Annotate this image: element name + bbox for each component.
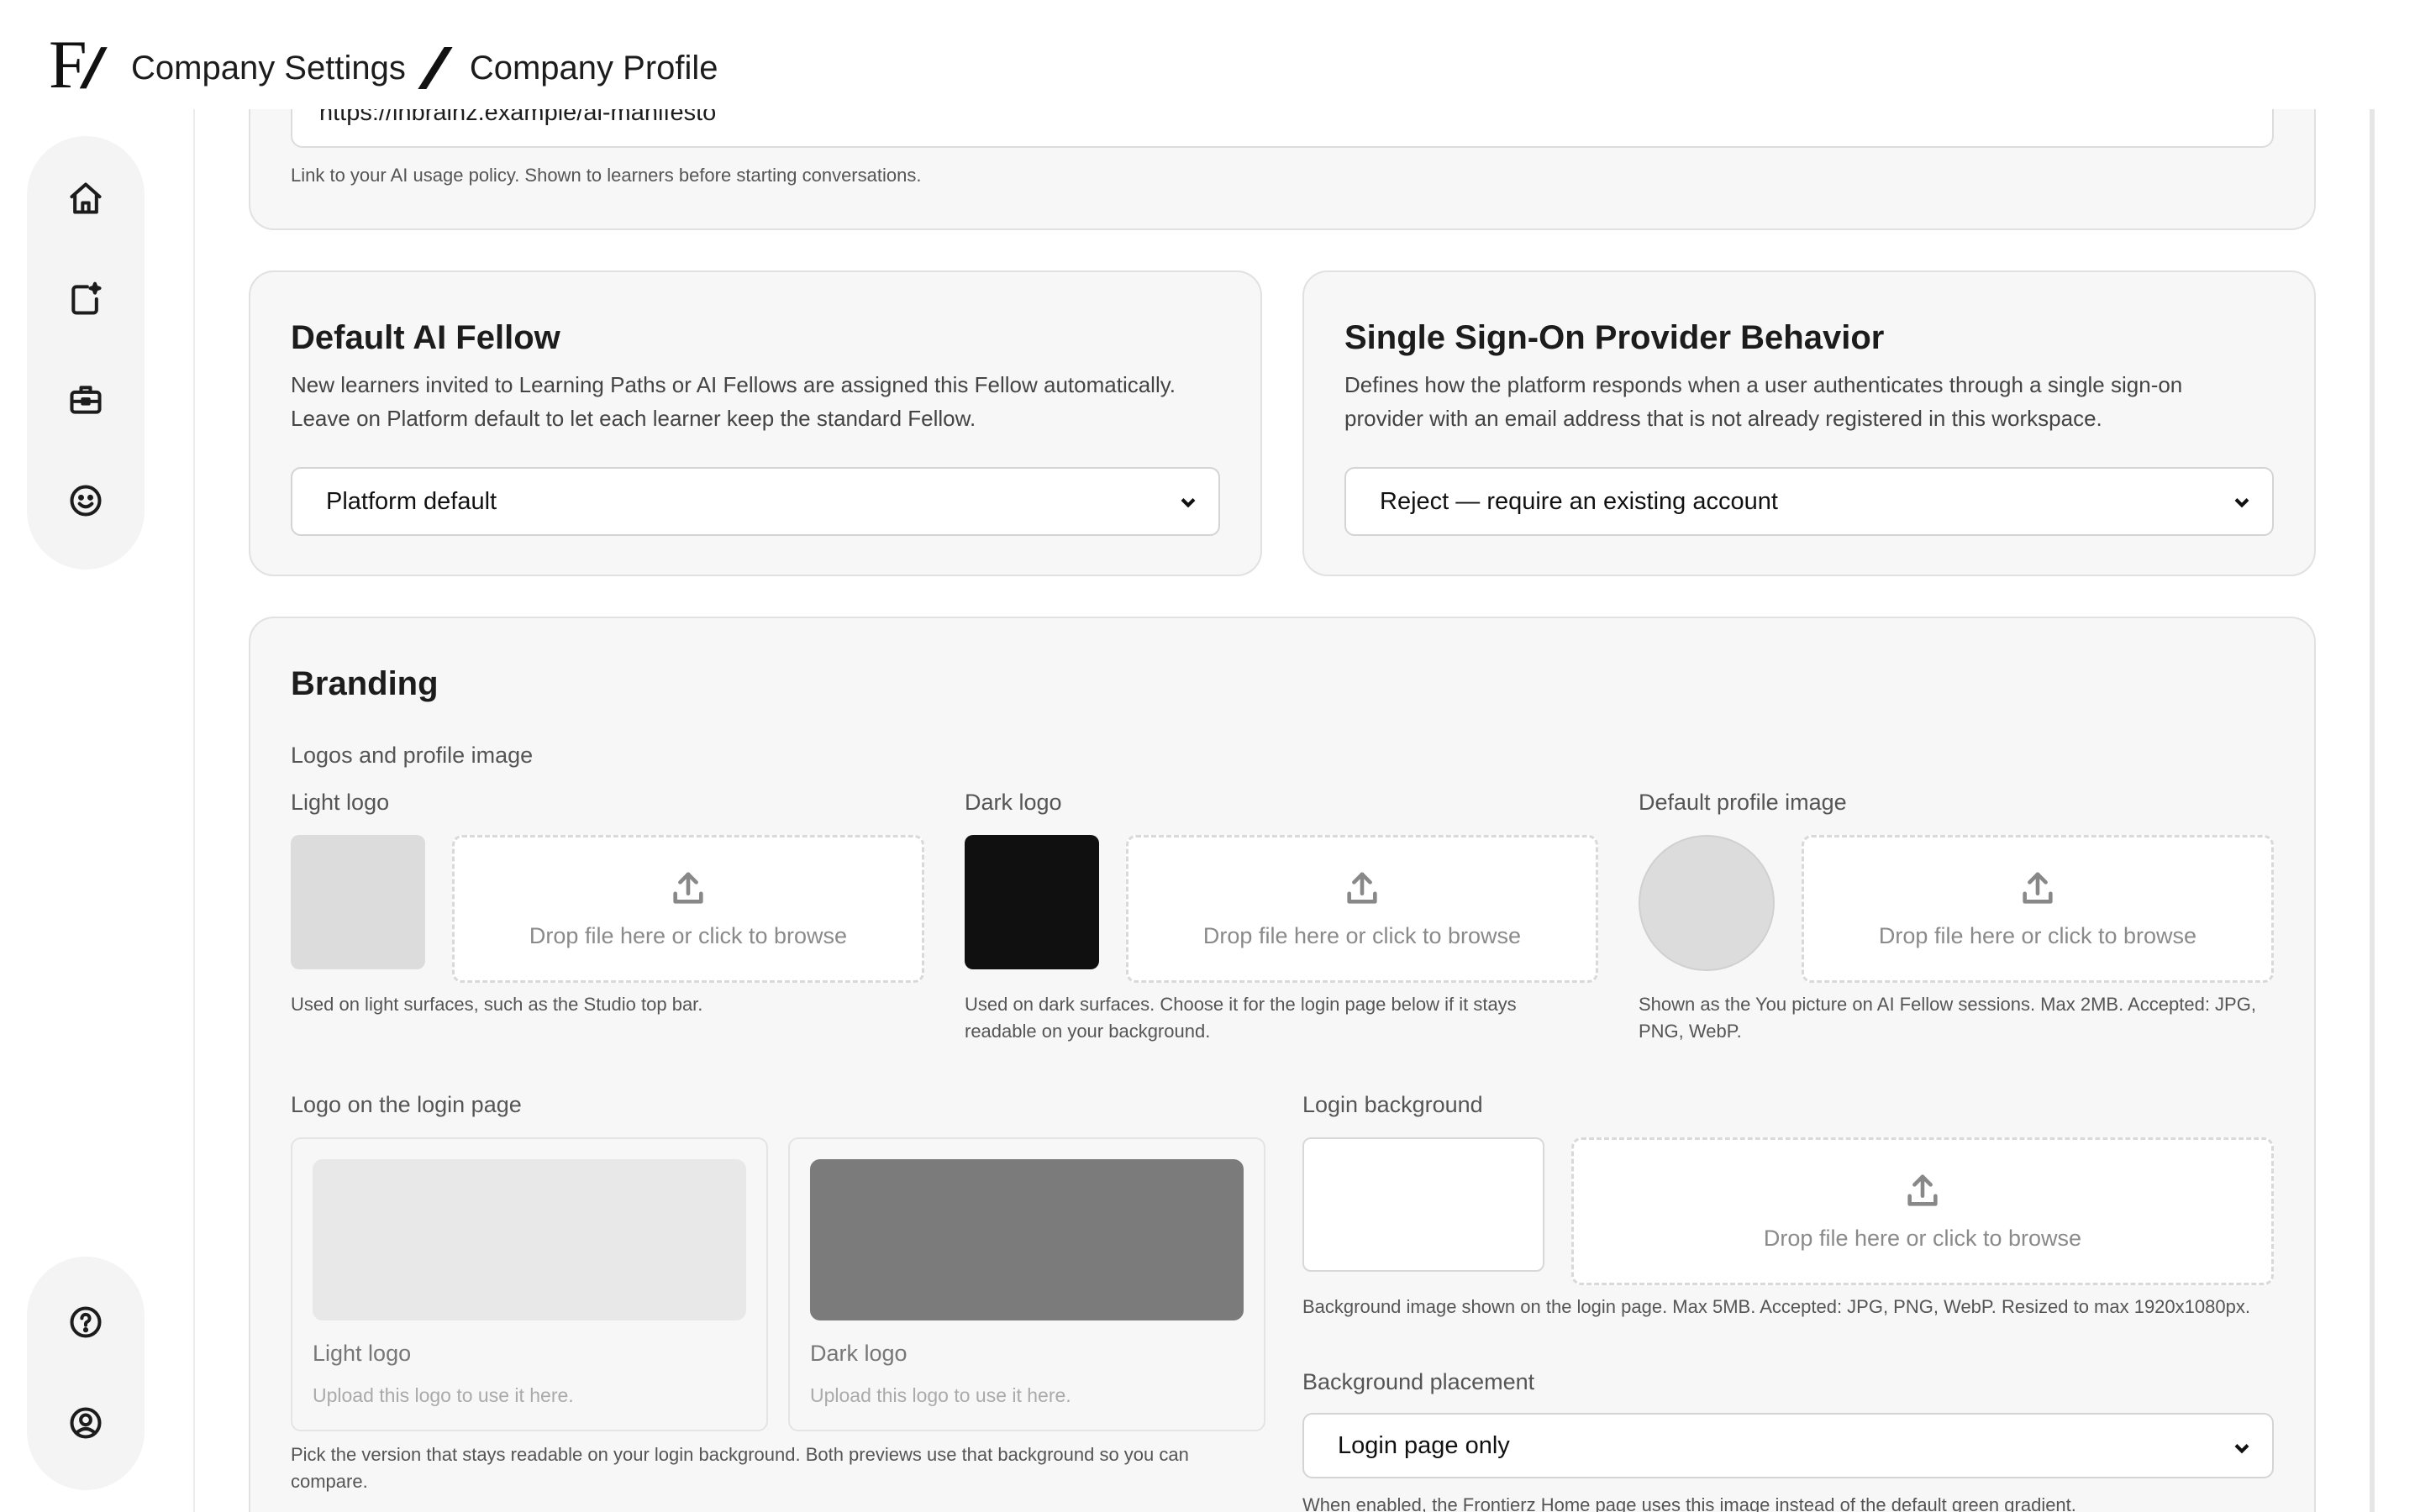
login-logo-option-light[interactable]: Light logo Upload this logo to use it he… [291,1137,768,1431]
sso-title: Single Sign-On Provider Behavior [1344,319,1885,356]
smiley-icon[interactable] [66,480,106,521]
login-background-thumbnail [1302,1137,1544,1272]
default-fellow-card: Default AI Fellow New learners invited t… [249,270,1262,576]
login-logo-hint: Pick the version that stays readable on … [291,1444,1189,1492]
upload-icon [1903,1172,1942,1210]
brand-logo[interactable]: F/ [49,30,108,100]
dark-logo-preview [810,1159,1244,1320]
profile-image-hint: Shown as the You picture on AI Fellow se… [1639,994,2256,1042]
background-placement-label: Background placement [1302,1369,1535,1394]
light-logo-thumbnail [291,835,425,969]
default-fellow-select[interactable]: Platform default [291,467,1220,536]
breadcrumb: Company Settings Company Profile [131,47,718,89]
light-logo-hint: Used on light surfaces, such as the Stud… [291,994,703,1015]
top-bar: F/ Company Settings Company Profile [0,0,2420,109]
background-placement-select[interactable]: Login page only [1302,1413,2274,1478]
login-background-dropzone[interactable]: Drop file here or click to browse [1571,1137,2274,1285]
branding-card: Branding Logos and profile image Light l… [249,617,2316,1512]
upload-icon [669,869,708,908]
breadcrumb-company-profile: Company Profile [469,49,718,87]
profile-image-thumbnail [1639,835,1775,971]
dark-logo-option-sub: Upload this logo to use it here. [810,1384,1071,1406]
background-placement-hint: When enabled, the Frontierz Home page us… [1302,1494,2076,1512]
sso-description: Defines how the platform responds when a… [1344,372,2183,431]
scrollbar[interactable] [2370,109,2375,1512]
briefcase-icon[interactable] [66,380,106,420]
new-conversation-icon[interactable] [66,279,106,319]
dark-logo-dropzone[interactable]: Drop file here or click to browse [1126,835,1598,983]
default-fellow-title: Default AI Fellow [291,319,560,356]
profile-image-dropzone[interactable]: Drop file here or click to browse [1802,835,2274,983]
light-logo-dropzone[interactable]: Drop file here or click to browse [452,835,924,983]
profile-image-label: Default profile image [1639,790,1847,815]
sso-card: Single Sign-On Provider Behavior Defines… [1302,270,2316,576]
light-logo-label: Light logo [291,790,390,815]
login-logo-label: Logo on the login page [291,1092,522,1117]
upload-icon [2018,869,2057,908]
ai-policy-hint: Link to your AI usage policy. Shown to l… [291,165,922,186]
branding-title: Branding [291,665,439,702]
light-logo-preview [313,1159,746,1320]
light-logo-option-name: Light logo [313,1341,412,1366]
dark-logo-hint: Used on dark surfaces. Choose it for the… [965,994,1517,1042]
light-logo-option-sub: Upload this logo to use it here. [313,1384,574,1406]
content-divider [193,109,195,1512]
chevron-down-icon [1176,491,1200,514]
dark-logo-option-name: Dark logo [810,1341,908,1366]
default-fellow-description: New learners invited to Learning Paths o… [291,372,1176,431]
help-icon[interactable] [66,1302,106,1342]
dark-logo-thumbnail [965,835,1099,969]
dark-logo-label: Dark logo [965,790,1062,815]
upload-icon [1343,869,1381,908]
logos-section-label: Logos and profile image [291,743,534,768]
sidebar-nav [27,136,145,570]
sidebar-utility [27,1257,145,1490]
breadcrumb-separator [418,47,453,89]
login-logo-option-dark[interactable]: Dark logo Upload this logo to use it her… [788,1137,1265,1431]
account-icon[interactable] [66,1403,106,1443]
chevron-down-icon [2230,1436,2254,1460]
breadcrumb-company-settings[interactable]: Company Settings [131,50,406,87]
home-icon[interactable] [66,178,106,218]
sso-behavior-select[interactable]: Reject — require an existing account [1344,467,2274,536]
chevron-down-icon [2230,491,2254,514]
login-background-hint: Background image shown on the login page… [1302,1296,2250,1317]
login-background-label: Login background [1302,1092,1483,1117]
